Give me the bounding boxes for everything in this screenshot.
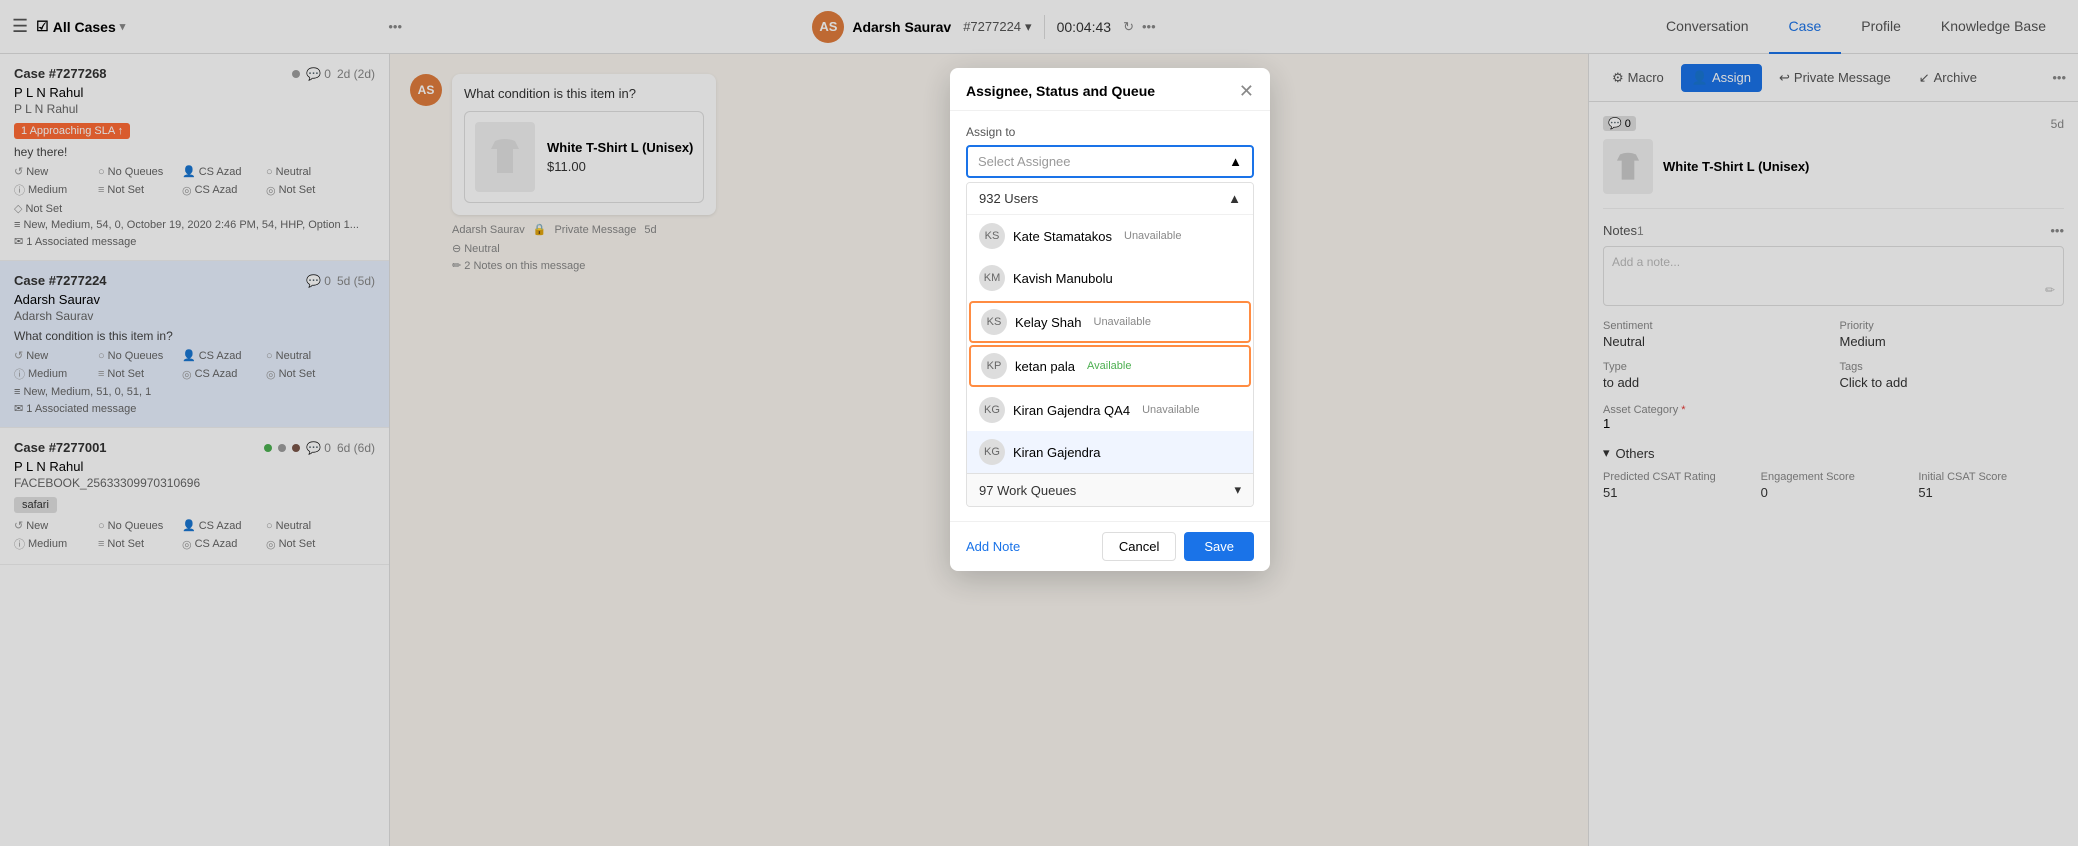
select-placeholder: Select Assignee	[978, 154, 1071, 169]
user-avatar-ketan: KP	[981, 353, 1007, 379]
user-status-ketan: Available	[1087, 360, 1131, 372]
user-avatar-kate: KS	[979, 223, 1005, 249]
modal-overlay[interactable]: Assignee, Status and Queue ✕ Assign to S…	[0, 0, 2078, 846]
users-count: 932 Users	[979, 191, 1038, 206]
user-name-kelay: Kelay Shah	[1015, 315, 1082, 330]
user-name-kavish: Kavish Manubolu	[1013, 271, 1113, 286]
work-queues-label: 97 Work Queues	[979, 483, 1076, 498]
users-chevron-up-icon: ▲	[1228, 191, 1241, 206]
user-name-kate: Kate Stamatakos	[1013, 229, 1112, 244]
add-note-link[interactable]: Add Note	[966, 539, 1020, 554]
user-item-kiran-qa4[interactable]: KG Kiran Gajendra QA4 Unavailable	[967, 389, 1253, 431]
assign-to-label: Assign to	[966, 125, 1254, 139]
user-avatar-kiran: KG	[979, 439, 1005, 465]
user-avatar-kiran-qa4: KG	[979, 397, 1005, 423]
modal-actions: Cancel Save	[1102, 532, 1254, 561]
assignee-modal: Assignee, Status and Queue ✕ Assign to S…	[950, 68, 1270, 571]
select-chevron-up-icon: ▲	[1229, 154, 1242, 169]
user-item-kiran[interactable]: KG Kiran Gajendra	[967, 431, 1253, 473]
user-name-kiran-qa4: Kiran Gajendra QA4	[1013, 403, 1130, 418]
cancel-button[interactable]: Cancel	[1102, 532, 1176, 561]
modal-body: Assign to Select Assignee ▲ 932 Users ▲ …	[950, 111, 1270, 521]
user-status-kelay: Unavailable	[1094, 316, 1151, 328]
work-queues-section-header[interactable]: 97 Work Queues ▾	[967, 473, 1253, 506]
modal-title: Assignee, Status and Queue	[966, 83, 1155, 99]
user-item-kelay[interactable]: KS Kelay Shah Unavailable	[969, 301, 1251, 343]
user-avatar-kelay: KS	[981, 309, 1007, 335]
user-item-kavish[interactable]: KM Kavish Manubolu	[967, 257, 1253, 299]
user-status-kiran-qa4: Unavailable	[1142, 404, 1199, 416]
assignee-select[interactable]: Select Assignee ▲	[966, 145, 1254, 178]
user-item-ketan[interactable]: KP ketan pala Available	[969, 345, 1251, 387]
user-avatar-kavish: KM	[979, 265, 1005, 291]
user-status-kate: Unavailable	[1124, 230, 1181, 242]
user-name-ketan: ketan pala	[1015, 359, 1075, 374]
user-item-kate[interactable]: KS Kate Stamatakos Unavailable	[967, 215, 1253, 257]
users-section-header[interactable]: 932 Users ▲	[967, 183, 1253, 215]
modal-footer: Add Note Cancel Save	[950, 521, 1270, 571]
user-name-kiran: Kiran Gajendra	[1013, 445, 1100, 460]
modal-close-button[interactable]: ✕	[1239, 82, 1254, 100]
modal-header: Assignee, Status and Queue ✕	[950, 68, 1270, 111]
save-button[interactable]: Save	[1184, 532, 1254, 561]
work-queues-chevron-down-icon: ▾	[1234, 482, 1241, 498]
dropdown-list: 932 Users ▲ KS Kate Stamatakos Unavailab…	[966, 182, 1254, 507]
